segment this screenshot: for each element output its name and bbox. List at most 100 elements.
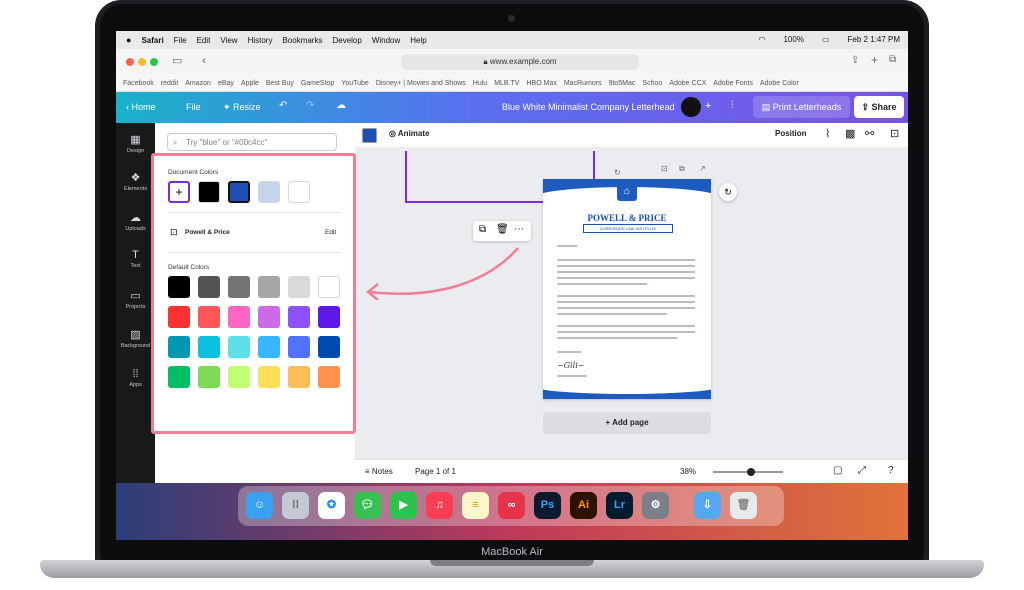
rail-apps[interactable]: ⁞⁞ Apps [116, 368, 155, 388]
fullscreen-icon[interactable]: ⤢ [858, 465, 866, 476]
default-color-swatch[interactable] [228, 366, 250, 388]
default-color-swatch[interactable] [318, 276, 340, 298]
zoom-slider-handle[interactable] [747, 468, 755, 476]
notes-app-icon[interactable]: ≡ [462, 492, 489, 519]
facetime-icon[interactable]: ▶ [390, 492, 417, 519]
avatar[interactable] [681, 97, 701, 117]
bookmark-item[interactable]: Hulu [473, 80, 487, 87]
default-color-swatch[interactable] [258, 336, 280, 358]
paint-roller-icon[interactable]: ⌇ [825, 127, 830, 140]
safari-icon[interactable]: ✪ [318, 492, 345, 519]
photoshop-icon[interactable]: Ps [534, 492, 561, 519]
page-duplicate-icon[interactable]: ⧉ [679, 164, 685, 174]
bookmark-item[interactable]: Schoo [642, 80, 662, 87]
menu-develop[interactable]: Develop [332, 36, 361, 45]
sidebar-icon[interactable]: ▭ [172, 54, 182, 67]
color-swatch-button[interactable] [362, 128, 377, 143]
close-window-button[interactable] [126, 58, 134, 66]
color-search-input[interactable]: ⌕ Try "blue" or "#00c4cc" [167, 133, 337, 151]
document-color-swatch[interactable] [198, 181, 220, 203]
bookmark-item[interactable]: Best Buy [266, 80, 294, 87]
rail-background[interactable]: ▨ Background [116, 328, 155, 349]
rail-text[interactable]: T Text [116, 249, 155, 269]
default-color-swatch[interactable] [288, 336, 310, 358]
menu-safari[interactable]: Safari [141, 36, 163, 45]
menu-help[interactable]: Help [410, 36, 426, 45]
bookmark-item[interactable]: Apple [241, 80, 259, 87]
bookmark-item[interactable]: Disney+ | Movies and Shows [376, 80, 466, 87]
share-page-icon[interactable]: ⇪ [851, 55, 859, 66]
duplicate-icon[interactable]: ⧉ [479, 224, 486, 235]
default-color-swatch[interactable] [198, 366, 220, 388]
default-color-swatch[interactable] [288, 306, 310, 328]
home-button[interactable]: ‹ Home [126, 102, 156, 112]
document-title[interactable]: Blue White Minimalist Company Letterhead [502, 102, 675, 112]
lock-element-icon[interactable]: ⊡ [890, 127, 899, 140]
bookmark-item[interactable]: eBay [218, 80, 234, 87]
trash-icon[interactable]: 🗑︎ [730, 492, 757, 519]
grid-view-icon[interactable]: ▢ [833, 465, 842, 476]
position-button[interactable]: Position [775, 129, 807, 138]
default-color-swatch[interactable] [198, 336, 220, 358]
zoom-window-button[interactable] [150, 58, 158, 66]
menu-file[interactable]: File [174, 36, 187, 45]
letterhead-page[interactable]: ⌂ POWELL & PRICE CORPORATE LAW INSTITUTE… [543, 179, 711, 399]
rail-projects[interactable]: ▭ Projects [116, 289, 155, 310]
edit-brand-button[interactable]: Edit [325, 229, 336, 236]
document-color-swatch[interactable] [258, 181, 280, 203]
finder-icon[interactable]: ☺ [246, 492, 273, 519]
menu-view[interactable]: View [220, 36, 237, 45]
rail-elements[interactable]: ❖ Elements [116, 171, 155, 192]
bookmark-item[interactable]: Adobe Color [760, 80, 799, 87]
bookmark-item[interactable]: MLB.TV [494, 80, 519, 87]
page-lock-icon[interactable]: ⊡ [661, 164, 668, 173]
resize-button[interactable]: ✦ Resize [223, 102, 261, 113]
rotate-icon[interactable]: ↻ [614, 168, 621, 177]
default-color-swatch[interactable] [228, 336, 250, 358]
link-icon[interactable]: ⚯ [865, 127, 874, 140]
zoom-level[interactable]: 38% [680, 467, 696, 476]
battery-label[interactable]: 100% [783, 35, 803, 44]
rail-uploads[interactable]: ☁ Uploads [116, 211, 155, 232]
new-tab-icon[interactable]: + [871, 53, 878, 67]
default-color-swatch[interactable] [258, 306, 280, 328]
bookmark-item[interactable]: 9to5Mac [609, 80, 636, 87]
default-color-swatch[interactable] [318, 366, 340, 388]
creative-cloud-icon[interactable]: ∞ [498, 492, 525, 519]
transparency-icon[interactable]: ▩ [845, 127, 855, 140]
default-color-swatch[interactable] [258, 276, 280, 298]
bookmark-item[interactable]: HBO Max [526, 80, 556, 87]
tab-overview-icon[interactable]: ⧉ [889, 54, 896, 65]
bookmark-item[interactable]: Adobe Fonts [713, 80, 753, 87]
redo-icon[interactable]: ↷ [306, 100, 314, 111]
menu-window[interactable]: Window [372, 36, 400, 45]
clock[interactable]: Feb 2 1:47 PM [848, 35, 900, 44]
share-button[interactable]: ⇪ Share [854, 96, 904, 118]
default-color-swatch[interactable] [318, 306, 340, 328]
more-icon[interactable]: ⋯ [514, 224, 524, 235]
downloads-folder-icon[interactable]: ⇩ [694, 492, 721, 519]
default-color-swatch[interactable] [318, 336, 340, 358]
music-icon[interactable]: ♫ [426, 492, 453, 519]
default-color-swatch[interactable] [168, 306, 190, 328]
notes-button[interactable]: ≡ Notes [365, 467, 393, 476]
minimize-window-button[interactable] [138, 58, 146, 66]
bookmark-item[interactable]: Adobe CCX [669, 80, 706, 87]
default-color-swatch[interactable] [228, 276, 250, 298]
bookmark-item[interactable]: GameStop [301, 80, 334, 87]
menu-history[interactable]: History [248, 36, 273, 45]
animate-button[interactable]: ◎ Animate [389, 129, 429, 138]
refresh-icon[interactable]: ↻ [719, 183, 737, 201]
rail-design[interactable]: ▦ Design [116, 133, 155, 154]
menu-edit[interactable]: Edit [197, 36, 211, 45]
wifi-icon[interactable]: ◠ [759, 35, 766, 44]
delete-icon[interactable]: 🗑︎ [496, 224, 509, 235]
print-button[interactable]: ▤ Print Letterheads [753, 96, 850, 118]
default-color-swatch[interactable] [288, 276, 310, 298]
add-color-button[interactable]: + [168, 181, 190, 203]
url-bar[interactable]: 🔒︎ www.example.com [401, 54, 639, 70]
bookmark-item[interactable]: Facebook [123, 80, 154, 87]
default-color-swatch[interactable] [198, 276, 220, 298]
illustrator-icon[interactable]: Ai [570, 492, 597, 519]
default-color-swatch[interactable] [228, 306, 250, 328]
